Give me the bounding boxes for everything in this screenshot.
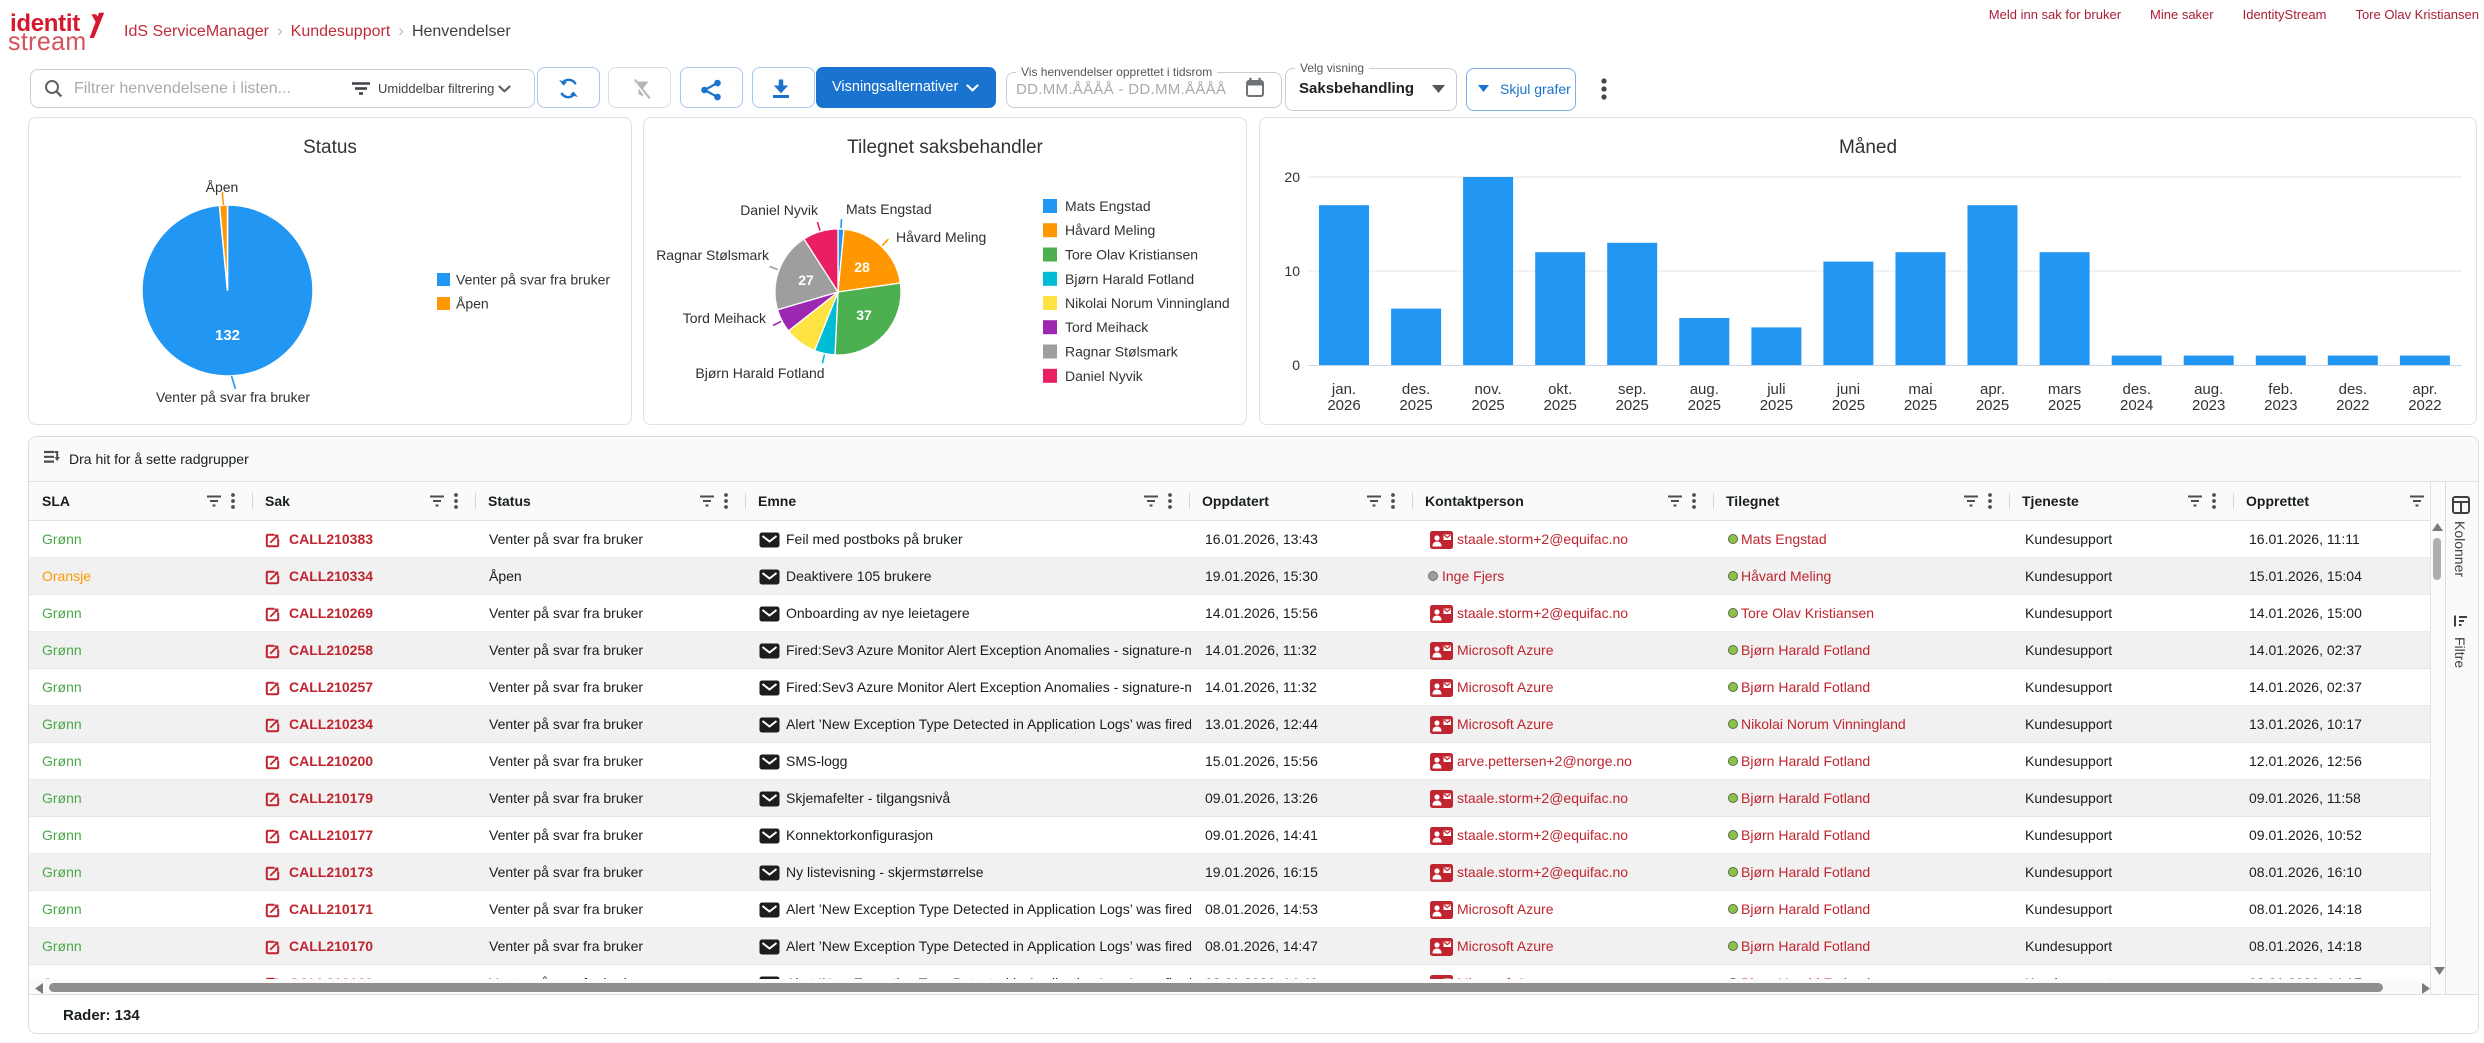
svg-text:0: 0	[1292, 357, 1300, 373]
svg-text:2025: 2025	[1471, 397, 1504, 414]
svg-text:2022: 2022	[2408, 397, 2441, 414]
svg-text:apr.: apr.	[2412, 381, 2437, 398]
svg-text:apr.: apr.	[1980, 381, 2005, 398]
svg-text:2025: 2025	[1544, 397, 1577, 414]
svg-text:Venter på svar fra bruker: Venter på svar fra bruker	[156, 389, 310, 405]
svg-text:Håvard Meling: Håvard Meling	[1065, 222, 1155, 238]
svg-text:juni: juni	[1836, 381, 1860, 398]
svg-text:mai: mai	[1908, 381, 1932, 398]
svg-text:37: 37	[856, 307, 872, 323]
svg-text:Daniel Nyvik: Daniel Nyvik	[1065, 368, 1144, 384]
svg-text:aug.: aug.	[2194, 381, 2223, 398]
svg-text:2025: 2025	[1616, 397, 1649, 414]
svg-text:28: 28	[854, 259, 870, 275]
svg-text:2024: 2024	[2120, 397, 2153, 414]
svg-text:2025: 2025	[1760, 397, 1793, 414]
svg-text:2022: 2022	[2336, 397, 2369, 414]
svg-text:Håvard Meling: Håvard Meling	[896, 229, 986, 245]
svg-text:Bjørn Harald Fotland: Bjørn Harald Fotland	[695, 365, 824, 381]
svg-text:juli: juli	[1766, 381, 1785, 398]
svg-text:aug.: aug.	[1690, 381, 1719, 398]
svg-text:2025: 2025	[2048, 397, 2081, 414]
svg-text:Ragnar Stølsmark: Ragnar Stølsmark	[1065, 344, 1179, 360]
svg-text:20: 20	[1284, 169, 1300, 185]
svg-text:des.: des.	[2339, 381, 2367, 398]
svg-text:mars: mars	[2048, 381, 2081, 398]
svg-text:Tord Meihack: Tord Meihack	[683, 310, 767, 326]
svg-text:Tore Olav Kristiansen: Tore Olav Kristiansen	[1065, 247, 1198, 263]
svg-text:2025: 2025	[1399, 397, 1432, 414]
svg-text:Bjørn Harald Fotland: Bjørn Harald Fotland	[1065, 271, 1194, 287]
svg-text:sep.: sep.	[1618, 381, 1646, 398]
svg-text:Åpen: Åpen	[206, 179, 239, 195]
svg-text:Mats Engstad: Mats Engstad	[1065, 198, 1151, 214]
svg-text:2025: 2025	[1904, 397, 1937, 414]
svg-text:Venter på svar fra bruker: Venter på svar fra bruker	[456, 272, 610, 288]
svg-text:jan.: jan.	[1331, 381, 1356, 398]
svg-text:2023: 2023	[2264, 397, 2297, 414]
svg-text:okt.: okt.	[1548, 381, 1572, 398]
svg-text:nov.: nov.	[1474, 381, 1501, 398]
svg-text:27: 27	[798, 272, 814, 288]
svg-text:Nikolai Norum Vinningland: Nikolai Norum Vinningland	[1065, 295, 1230, 311]
svg-text:2026: 2026	[1327, 397, 1360, 414]
svg-text:10: 10	[1284, 263, 1300, 279]
svg-text:132: 132	[215, 327, 240, 344]
svg-text:Mats Engstad: Mats Engstad	[846, 201, 932, 217]
svg-text:feb.: feb.	[2268, 381, 2293, 398]
svg-text:des.: des.	[2123, 381, 2151, 398]
svg-text:2025: 2025	[1688, 397, 1721, 414]
svg-text:Tord Meihack: Tord Meihack	[1065, 319, 1149, 335]
svg-text:Ragnar Stølsmark: Ragnar Stølsmark	[656, 247, 770, 263]
svg-text:des.: des.	[1402, 381, 1430, 398]
svg-text:2023: 2023	[2192, 397, 2225, 414]
svg-text:Daniel Nyvik: Daniel Nyvik	[740, 202, 819, 218]
svg-text:2025: 2025	[1832, 397, 1865, 414]
svg-text:2025: 2025	[1976, 397, 2009, 414]
svg-text:Åpen: Åpen	[456, 296, 489, 312]
